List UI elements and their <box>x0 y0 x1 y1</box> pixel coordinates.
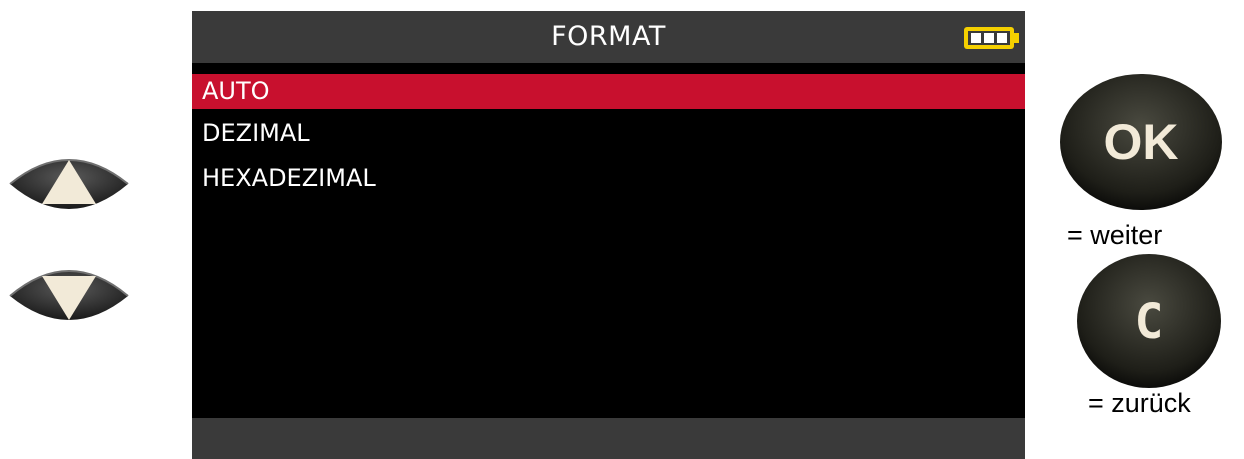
c-button[interactable]: C <box>1075 252 1223 390</box>
down-arrow-button[interactable] <box>6 262 132 332</box>
title-bar: FORMAT <box>192 11 1025 63</box>
ok-glyph: OK <box>1104 114 1179 170</box>
arrow-up-icon <box>9 159 129 209</box>
c-glyph: C <box>1135 294 1164 350</box>
c-caption: = zurück <box>1088 388 1191 418</box>
battery-full-icon <box>964 27 1019 49</box>
bottom-bar <box>192 418 1025 459</box>
up-arrow-button[interactable] <box>6 148 132 218</box>
menu-item-dezimal[interactable]: DEZIMAL <box>192 111 1025 156</box>
ok-button-graphic: OK <box>1060 74 1222 210</box>
ok-button[interactable]: OK <box>1058 72 1224 212</box>
arrow-down-icon <box>9 270 129 320</box>
device-screen: FORMAT AUTO DEZIMAL HEXADEZIMAL <box>192 11 1025 459</box>
menu-item-hexadezimal[interactable]: HEXADEZIMAL <box>192 156 1025 201</box>
c-button-graphic: C <box>1077 254 1221 388</box>
format-menu: AUTO DEZIMAL HEXADEZIMAL <box>192 74 1025 201</box>
menu-item-auto[interactable]: AUTO <box>192 74 1025 109</box>
ok-caption: = weiter <box>1067 220 1163 250</box>
screen-title: FORMAT <box>551 21 666 52</box>
